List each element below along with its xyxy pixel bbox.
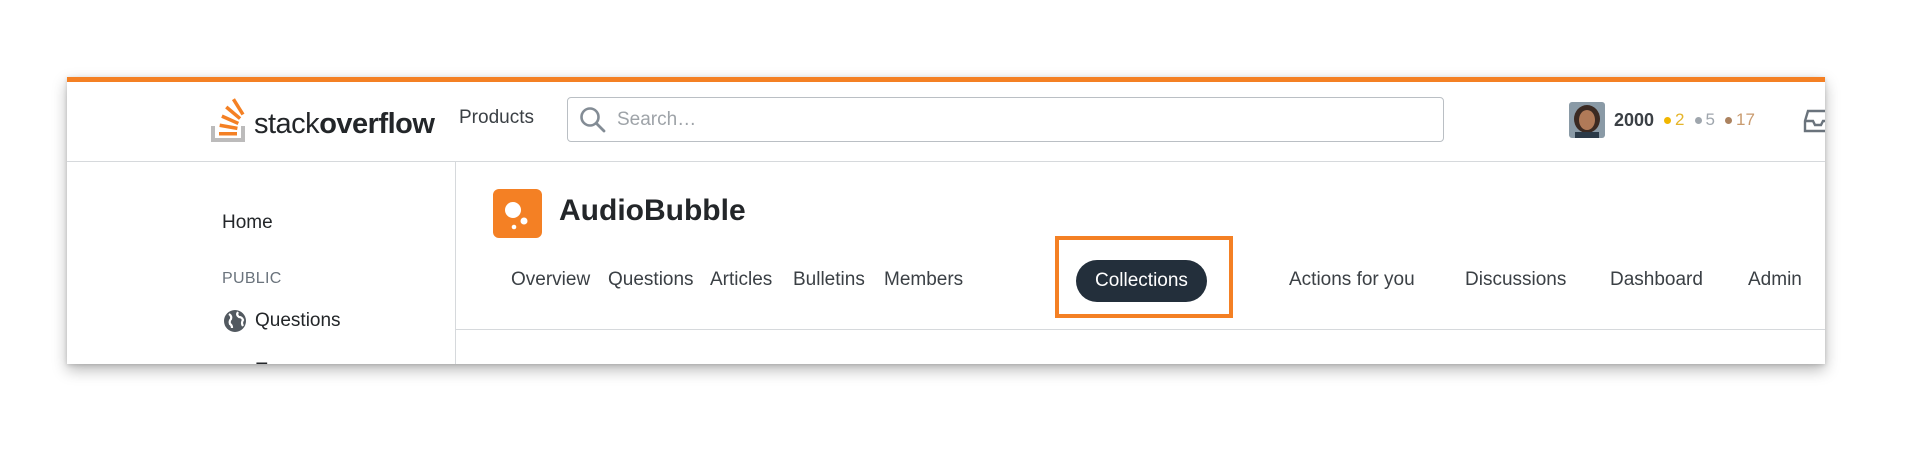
avatar[interactable] xyxy=(1569,102,1605,138)
tab-articles[interactable]: Articles xyxy=(710,259,772,301)
sidebar-item-tags[interactable]: T xyxy=(256,360,268,364)
tab-actions-for-you[interactable]: Actions for you xyxy=(1289,259,1415,301)
search-input[interactable] xyxy=(615,107,1419,132)
products-link[interactable]: Products xyxy=(459,107,534,129)
silver-badge-value: 5 xyxy=(1705,110,1715,129)
tab-admin[interactable]: Admin xyxy=(1748,259,1802,301)
search-box[interactable] xyxy=(567,97,1444,142)
tab-overview[interactable]: Overview xyxy=(511,259,590,301)
tab-questions[interactable]: Questions xyxy=(608,259,694,301)
silver-badge-count: 5 xyxy=(1694,110,1715,130)
gold-badge-count: 2 xyxy=(1664,110,1685,130)
tab-members[interactable]: Members xyxy=(884,259,963,301)
tab-dashboard[interactable]: Dashboard xyxy=(1610,259,1703,301)
stackoverflow-logo-icon xyxy=(211,98,245,142)
team-name: AudioBubble xyxy=(559,194,746,227)
logo-text-bold: overflow xyxy=(319,107,435,140)
highlight-box xyxy=(1055,236,1233,318)
bronze-badge-count: 17 xyxy=(1724,110,1755,130)
gold-badge-value: 2 xyxy=(1675,110,1685,129)
globe-icon xyxy=(224,310,246,332)
top-bar: stackoverflow Products 2000 xyxy=(67,82,1825,162)
tab-bulletins[interactable]: Bulletins xyxy=(793,259,865,301)
logo-text-light: stack xyxy=(254,107,320,140)
logo-wordmark: stackoverflow xyxy=(254,107,435,141)
divider xyxy=(456,329,1825,330)
reputation-score: 2000 xyxy=(1614,109,1655,130)
bronze-badge-value: 17 xyxy=(1735,110,1755,129)
browser-window: stackoverflow Products 2000 xyxy=(67,77,1825,364)
user-card[interactable]: 2000 2 5 17 xyxy=(1569,101,1755,139)
inbox-icon[interactable] xyxy=(1803,109,1825,138)
search-icon xyxy=(579,106,607,134)
bronze-badge-icon xyxy=(1724,116,1732,124)
stackoverflow-logo[interactable]: stackoverflow xyxy=(210,96,435,146)
left-sidebar: Home PUBLIC Questions T xyxy=(67,162,456,364)
tab-discussions[interactable]: Discussions xyxy=(1465,259,1566,301)
sidebar-item-questions[interactable]: Questions xyxy=(222,308,341,334)
sidebar-item-questions-label: Questions xyxy=(255,310,341,331)
silver-badge-icon xyxy=(1694,116,1702,124)
sidebar-item-home[interactable]: Home xyxy=(222,212,273,234)
team-logo-icon xyxy=(493,189,542,238)
gold-badge-icon xyxy=(1664,116,1672,124)
sidebar-section-public: PUBLIC xyxy=(222,270,282,287)
